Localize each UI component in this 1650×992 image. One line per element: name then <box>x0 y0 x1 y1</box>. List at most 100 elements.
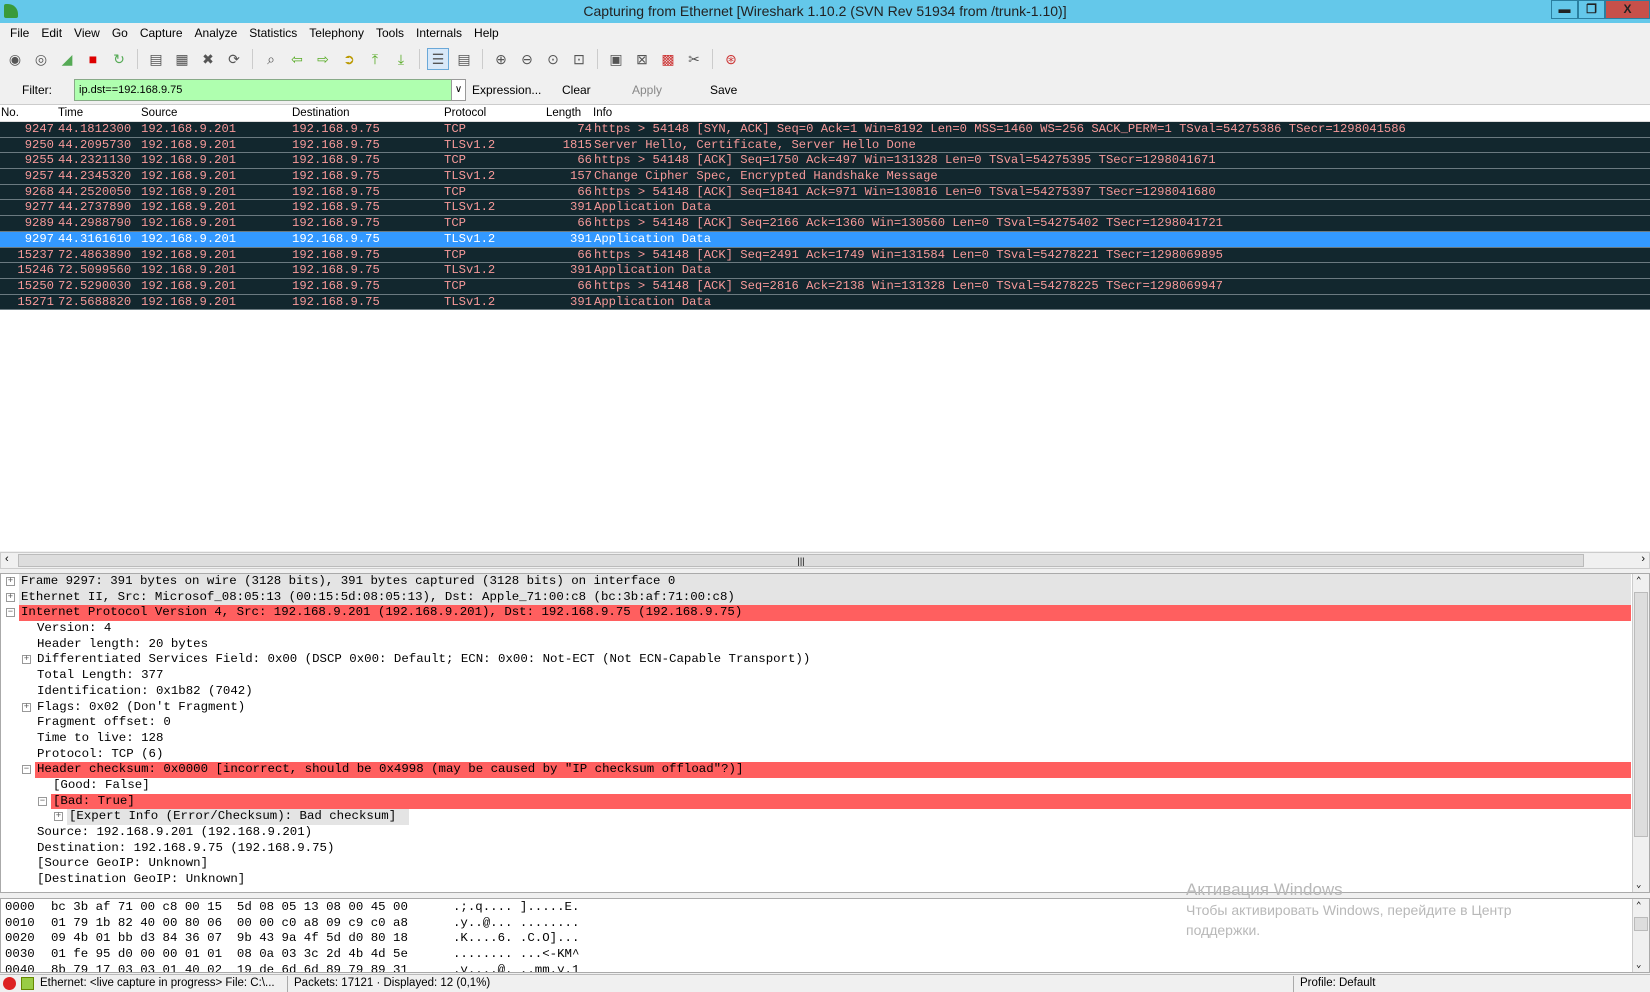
autoscroll-icon[interactable]: ▤ <box>453 48 475 70</box>
hex-bytes[interactable]: 09 4b 01 bb d3 84 36 07 9b 43 9a 4f 5d d… <box>51 931 408 947</box>
expand-icon[interactable]: + <box>6 577 15 586</box>
detail-row[interactable]: Identification: 0x1b82 (7042) <box>1 684 1649 700</box>
menu-capture[interactable]: Capture <box>134 23 189 44</box>
packet-row[interactable]: 9268 44.2520050 192.168.9.201 192.168.9.75 T… <box>0 184 1650 201</box>
detail-row[interactable]: Fragment offset: 0 <box>1 715 1649 731</box>
scroll-up-arrow-icon[interactable]: ⌃ <box>1636 576 1641 586</box>
detail-row[interactable]: Total Length: 377 <box>1 668 1649 684</box>
find-packet-icon[interactable]: ⌕ <box>260 48 282 70</box>
detail-row[interactable]: + Frame 9297: 391 bytes on wire (3128 bit… <box>1 574 1649 590</box>
profile-text[interactable]: Profile: Default <box>1300 977 1375 989</box>
expand-icon[interactable]: + <box>6 592 15 602</box>
scroll-left-arrow-icon[interactable]: ‹ <box>5 553 9 565</box>
packet-row[interactable]: 9289 44.2988790 192.168.9.201 192.168.9.75 T… <box>0 216 1650 232</box>
detail-row[interactable]: [Good: False] <box>1 778 1649 794</box>
details-vertical-scrollbar[interactable]: ⌃ ⌄ <box>1632 574 1649 892</box>
hex-ascii[interactable]: ........ ...<-KM^ <box>453 947 579 963</box>
expand-icon[interactable]: + <box>22 702 31 712</box>
capture-options-icon[interactable]: ◎ <box>30 48 52 70</box>
packet-row[interactable]: 9250 44.2095730 192.168.9.201 192.168.9.75 T… <box>0 137 1650 154</box>
hex-ascii[interactable]: .K....6. .C.O]... <box>453 931 579 947</box>
scrollbar-thumb[interactable] <box>1634 917 1648 931</box>
close-button[interactable]: X <box>1605 0 1650 19</box>
filter-dropdown-button[interactable]: ∨ <box>451 79 466 101</box>
collapse-icon[interactable]: − <box>22 765 31 775</box>
capture-filters-icon[interactable]: ▣ <box>605 48 627 70</box>
reload-icon[interactable]: ⟳ <box>223 48 245 70</box>
menu-telephony[interactable]: Telephony <box>303 23 370 44</box>
collapse-icon[interactable]: − <box>6 608 15 618</box>
go-last-icon[interactable]: ⤓ <box>390 48 412 70</box>
packet-list-horizontal-scrollbar[interactable]: ‹ ||| › <box>0 552 1650 569</box>
column-protocol[interactable]: Protocol <box>444 107 486 119</box>
go-forward-icon[interactable]: ⇨ <box>312 48 334 70</box>
menu-tools[interactable]: Tools <box>370 23 410 44</box>
scrollbar-thumb[interactable] <box>1634 592 1648 837</box>
menu-view[interactable]: View <box>68 23 106 44</box>
zoom-normal-icon[interactable]: ⊙ <box>542 48 564 70</box>
scroll-down-arrow-icon[interactable]: ⌄ <box>1636 960 1641 970</box>
save-filter-button[interactable]: Save <box>710 83 737 97</box>
packet-row[interactable]: 9257 44.2345320 192.168.9.201 192.168.9.75 T… <box>0 169 1650 185</box>
stop-capture-icon[interactable]: ■ <box>82 48 104 70</box>
colorize-icon[interactable]: ☰ <box>427 48 449 70</box>
packet-row[interactable]: 9277 44.2737890 192.168.9.201 192.168.9.75 T… <box>0 200 1650 217</box>
scroll-down-arrow-icon[interactable]: ⌄ <box>1636 880 1641 890</box>
menu-help[interactable]: Help <box>468 23 505 44</box>
hex-bytes[interactable]: 01 79 1b 82 40 00 80 06 00 00 c0 a8 09 c… <box>51 916 408 932</box>
detail-row[interactable]: Destination: 192.168.9.75 (192.168.9.75) <box>1 841 1649 857</box>
detail-row[interactable]: + Differentiated Services Field: 0x00 (DS… <box>1 652 1649 668</box>
detail-row[interactable]: + Ethernet II, Src: Microsof_08:05:13 (00… <box>1 589 1649 606</box>
packet-row[interactable]: 15246 72.5099560 192.168.9.201 192.168.9.75… <box>0 263 1650 279</box>
detail-row[interactable]: [Source GeoIP: Unknown] <box>1 856 1649 872</box>
bytes-vertical-scrollbar[interactable]: ⌃ ⌄ <box>1632 899 1649 972</box>
zoom-out-icon[interactable]: ⊖ <box>516 48 538 70</box>
go-back-icon[interactable]: ⇦ <box>286 48 308 70</box>
packet-row[interactable]: 9297 44.3161610 192.168.9.201 192.168.9.75 T… <box>0 231 1650 248</box>
filter-input[interactable]: ip.dst==192.168.9.75 <box>74 79 452 101</box>
detail-row[interactable]: + Flags: 0x02 (Don't Fragment) <box>1 700 1649 716</box>
capture-comment-icon[interactable] <box>21 977 34 990</box>
restart-capture-icon[interactable]: ↻ <box>108 48 130 70</box>
hex-bytes[interactable]: 8b 79 17 03 03 01 40 02 19 de 6d 6d 89 7… <box>51 963 408 972</box>
column-time[interactable]: Time <box>58 107 83 119</box>
go-to-packet-icon[interactable]: ➲ <box>338 48 360 70</box>
go-first-icon[interactable]: ⤒ <box>364 48 386 70</box>
detail-row[interactable]: Header length: 20 bytes <box>1 637 1649 653</box>
column-no[interactable]: No. <box>1 107 19 119</box>
packet-row[interactable]: 9255 44.2321130 192.168.9.201 192.168.9.75 T… <box>0 153 1650 170</box>
clear-button[interactable]: Clear <box>562 83 591 97</box>
zoom-in-icon[interactable]: ⊕ <box>490 48 512 70</box>
packet-row[interactable]: 9247 44.1812300 192.168.9.201 192.168.9.75 T… <box>0 122 1650 138</box>
expand-icon[interactable]: + <box>54 812 63 822</box>
menu-go[interactable]: Go <box>106 23 134 44</box>
detail-row[interactable]: Time to live: 128 <box>1 731 1649 747</box>
collapse-icon[interactable]: − <box>38 796 47 806</box>
resize-columns-icon[interactable]: ⊡ <box>568 48 590 70</box>
menu-file[interactable]: File <box>4 23 35 44</box>
expression-button[interactable]: Expression... <box>472 83 541 97</box>
minimize-button[interactable]: ▬ <box>1551 0 1578 19</box>
hex-ascii[interactable]: .y....@. ..mm.y.1 <box>453 963 579 972</box>
scrollbar-thumb[interactable]: ||| <box>18 554 1584 567</box>
detail-row[interactable]: − Header checksum: 0x0000 [incorrect, sho… <box>1 762 1649 778</box>
hex-ascii[interactable]: .y..@... ........ <box>453 916 579 932</box>
hex-ascii[interactable]: .;.q.... ].....E. <box>453 900 579 916</box>
help-icon[interactable]: ⊛ <box>720 48 742 70</box>
scroll-right-arrow-icon[interactable]: › <box>1641 553 1645 565</box>
hex-bytes[interactable]: 01 fe 95 d0 00 00 01 01 08 0a 03 3c 2d 4… <box>51 947 408 963</box>
menu-statistics[interactable]: Statistics <box>243 23 303 44</box>
apply-button[interactable]: Apply <box>632 83 662 97</box>
detail-row[interactable]: Protocol: TCP (6) <box>1 747 1649 763</box>
close-file-icon[interactable]: ✖ <box>197 48 219 70</box>
packet-row[interactable]: 15237 72.4863890 192.168.9.201 192.168.9.75… <box>0 247 1650 264</box>
coloring-rules-icon[interactable]: ▩ <box>657 48 679 70</box>
save-file-icon[interactable]: ▦ <box>171 48 193 70</box>
preferences-icon[interactable]: ✂ <box>683 48 705 70</box>
hex-bytes[interactable]: bc 3b af 71 00 c8 00 15 5d 08 05 13 08 0… <box>51 900 408 916</box>
column-length[interactable]: Length <box>546 107 581 119</box>
start-capture-icon[interactable]: ◢ <box>56 48 78 70</box>
menu-edit[interactable]: Edit <box>35 23 68 44</box>
packet-row[interactable]: 15271 72.5688820 192.168.9.201 192.168.9.75… <box>0 294 1650 311</box>
restore-button[interactable]: ❐ <box>1578 0 1605 19</box>
